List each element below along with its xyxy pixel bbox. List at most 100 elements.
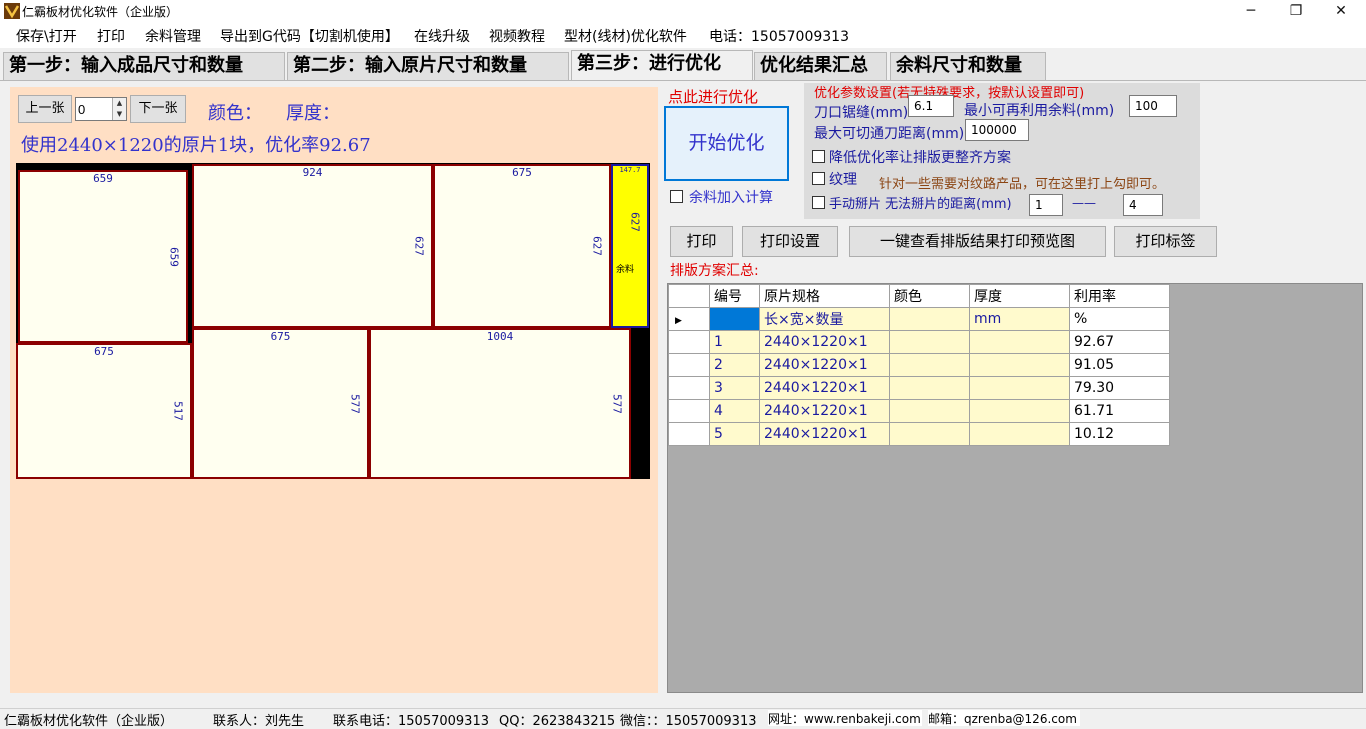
status-phone: 联系电话：15057009313 [333, 714, 489, 729]
max-cut-input[interactable]: 100000 [965, 119, 1029, 141]
table-cell[interactable]: % [1069, 307, 1170, 331]
piece-1[interactable]: 659 659 [18, 170, 188, 343]
spin-up-icon[interactable]: ▲ [112, 98, 126, 109]
start-optimize-button[interactable]: 开始优化 [664, 106, 789, 181]
table-row[interactable]: 3 2440×1220×1 79.30 [668, 376, 1170, 400]
piece-3[interactable]: 675 627 [433, 164, 611, 328]
tab-step3[interactable]: 第三步：进行优化 [571, 50, 753, 80]
spin-down-icon[interactable]: ▼ [112, 109, 126, 120]
status-email[interactable]: 邮箱：qzrenba@126.com [928, 710, 1080, 726]
table-cell[interactable]: 92.67 [1069, 330, 1170, 354]
reduce-rate-checkbox[interactable] [812, 150, 825, 163]
piece-6[interactable]: 1004 577 [369, 328, 631, 479]
next-sheet-button[interactable]: 下一张 [130, 95, 186, 123]
table-cell[interactable]: 10.12 [1069, 422, 1170, 446]
kerf-input[interactable]: 6.1 [908, 95, 954, 117]
table-cell[interactable]: 91.05 [1069, 353, 1170, 377]
table-cell[interactable] [969, 422, 1070, 446]
piece-5[interactable]: 675 577 [192, 328, 369, 479]
restore-button[interactable]: ❐ [1273, 0, 1319, 22]
menu-save-open[interactable]: 保存\打开 [16, 26, 77, 46]
header-id[interactable]: 编号 [709, 284, 760, 308]
min-reuse-input[interactable]: 100 [1129, 95, 1177, 117]
status-bar: 仁霸板材优化软件（企业版） 联系人：刘先生 联系电话：15057009313 Q… [0, 708, 1366, 729]
piece-height: 577 [348, 393, 362, 414]
table-cell[interactable] [889, 422, 970, 446]
grain-checkbox[interactable] [812, 172, 825, 185]
summary-title: 排版方案汇总: [670, 263, 759, 279]
step-tabs: 第一步：输入成品尺寸和数量 第二步：输入原片尺寸和数量 第三步：进行优化 优化结… [0, 50, 1366, 80]
tab-step2[interactable]: 第二步：输入原片尺寸和数量 [287, 52, 569, 80]
table-cell[interactable] [889, 353, 970, 377]
menu-bar: 保存\打开 打印 余料管理 导出到G代码【切割机使用】 在线升级 视频教程 型材… [0, 22, 1366, 48]
table-row[interactable]: ▶ 长×宽×数量 mm % [668, 307, 1170, 331]
sheet-index-spinner[interactable]: ▲ ▼ [75, 97, 127, 121]
break-from-input[interactable]: 1 [1029, 194, 1063, 216]
table-cell[interactable]: 2440×1220×1 [759, 330, 890, 354]
row-header [668, 399, 710, 423]
table-cell[interactable] [889, 376, 970, 400]
table-row[interactable]: 5 2440×1220×1 10.12 [668, 422, 1170, 446]
table-cell[interactable] [969, 330, 1070, 354]
menu-profile-software[interactable]: 型材(线材)优化软件 [564, 26, 687, 46]
table-row[interactable]: 1 2440×1220×1 92.67 [668, 330, 1170, 354]
table-cell[interactable]: 3 [709, 376, 760, 400]
piece-width: 924 [302, 166, 323, 179]
prev-sheet-button[interactable]: 上一张 [18, 95, 72, 123]
tab-results[interactable]: 优化结果汇总 [754, 52, 887, 80]
scrap-piece[interactable]: 147.7 627 余料 [611, 164, 649, 328]
table-cell[interactable]: 79.30 [1069, 376, 1170, 400]
header-color[interactable]: 颜色 [889, 284, 970, 308]
grain-hint: 针对一些需要对纹路产品，可在这里打上勾即可。 [879, 177, 1166, 192]
break-separator: —— [1072, 196, 1096, 210]
table-cell[interactable]: 5 [709, 422, 760, 446]
sheet-index-input[interactable] [78, 100, 112, 118]
header-sheet-spec[interactable]: 原片规格 [759, 284, 890, 308]
table-cell[interactable]: 4 [709, 399, 760, 423]
header-utilization[interactable]: 利用率 [1069, 284, 1170, 308]
table-cell[interactable] [969, 376, 1070, 400]
include-scrap-checkbox[interactable] [670, 190, 683, 203]
menu-export-gcode[interactable]: 导出到G代码【切割机使用】 [220, 26, 399, 46]
print-label-button[interactable]: 打印标签 [1114, 226, 1217, 257]
table-cell[interactable]: mm [969, 307, 1070, 331]
menu-print[interactable]: 打印 [97, 26, 125, 46]
table-cell[interactable]: 2440×1220×1 [759, 353, 890, 377]
table-cell[interactable]: 长×宽×数量 [759, 307, 890, 331]
table-cell[interactable]: 2440×1220×1 [759, 422, 890, 446]
print-settings-button[interactable]: 打印设置 [742, 226, 838, 257]
status-website[interactable]: 网址：www.renbakeji.com [768, 710, 922, 726]
header-thickness[interactable]: 厚度 [969, 284, 1070, 308]
table-cell[interactable]: 61.71 [1069, 399, 1170, 423]
table-cell[interactable] [969, 353, 1070, 377]
break-to-input[interactable]: 4 [1123, 194, 1163, 216]
table-cell[interactable] [889, 399, 970, 423]
tab-divider [0, 80, 1366, 81]
minimize-button[interactable]: ─ [1228, 0, 1274, 22]
tab-scrap[interactable]: 余料尺寸和数量 [890, 52, 1046, 80]
piece-4[interactable]: 675 517 [16, 343, 192, 479]
table-cell[interactable]: 2440×1220×1 [759, 399, 890, 423]
table-cell[interactable]: 2440×1220×1 [759, 376, 890, 400]
manual-break-checkbox[interactable] [812, 196, 825, 209]
table-cell[interactable] [889, 307, 970, 331]
table-cell[interactable] [969, 399, 1070, 423]
print-button[interactable]: 打印 [670, 226, 733, 257]
piece-2[interactable]: 924 627 [192, 164, 433, 328]
close-button[interactable]: ✕ [1318, 0, 1364, 22]
table-cell[interactable] [709, 307, 760, 331]
piece-width: 659 [93, 172, 113, 185]
row-header [668, 376, 710, 400]
app-logo-icon [4, 3, 20, 19]
table-row[interactable]: 2 2440×1220×1 91.05 [668, 353, 1170, 377]
table-row[interactable]: 4 2440×1220×1 61.71 [668, 399, 1170, 423]
table-cell[interactable] [889, 330, 970, 354]
tab-step1[interactable]: 第一步：输入成品尺寸和数量 [3, 52, 285, 80]
menu-online-upgrade[interactable]: 在线升级 [414, 26, 470, 46]
menu-scrap-manage[interactable]: 余料管理 [145, 26, 201, 46]
table-cell[interactable]: 2 [709, 353, 760, 377]
row-header [668, 330, 710, 354]
table-cell[interactable]: 1 [709, 330, 760, 354]
print-preview-button[interactable]: 一键查看排版结果打印预览图 [849, 226, 1106, 257]
menu-video-tutorial[interactable]: 视频教程 [489, 26, 545, 46]
